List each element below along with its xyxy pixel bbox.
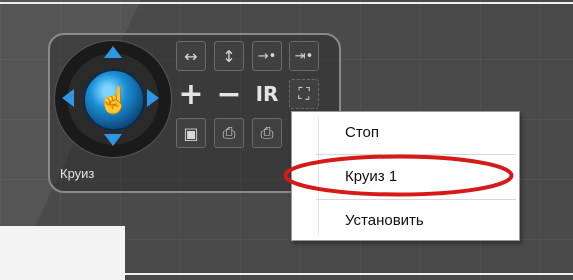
ir-button[interactable]: IR	[252, 79, 282, 109]
joystick-center-button[interactable]: ☝	[83, 69, 145, 131]
vertical-scan-button[interactable]: ↕	[214, 41, 244, 71]
arrow-left-icon[interactable]	[62, 89, 74, 107]
menu-item-set[interactable]: Установить	[345, 212, 424, 229]
zoom-in-button[interactable]: +	[176, 77, 206, 112]
horizontal-scan-button[interactable]: ↔	[176, 41, 206, 71]
goto-preset-button[interactable]: →•	[252, 41, 282, 71]
tour-lock-button[interactable]: ⎙	[214, 118, 244, 148]
image-settings-button[interactable]: ▣	[176, 118, 206, 148]
bright-wall-area	[0, 226, 125, 280]
set-preset-button[interactable]: ⇥•	[289, 41, 319, 71]
zoom-out-button[interactable]: −	[214, 77, 244, 112]
arrow-right-icon[interactable]	[147, 89, 159, 107]
record-lock-button[interactable]: ⎙	[252, 118, 282, 148]
menu-item-stop[interactable]: Стоп	[345, 124, 379, 141]
highlight-ellipse	[283, 154, 514, 197]
panel-mode-label: Круиз	[60, 166, 95, 181]
fit-screen-button[interactable]: ⛶	[289, 79, 319, 109]
top-border	[0, 2, 573, 4]
menu-separator	[316, 199, 516, 200]
arrow-down-icon[interactable]	[104, 134, 122, 146]
hand-icon: ☝	[97, 84, 131, 115]
arrow-up-icon[interactable]	[104, 46, 122, 58]
